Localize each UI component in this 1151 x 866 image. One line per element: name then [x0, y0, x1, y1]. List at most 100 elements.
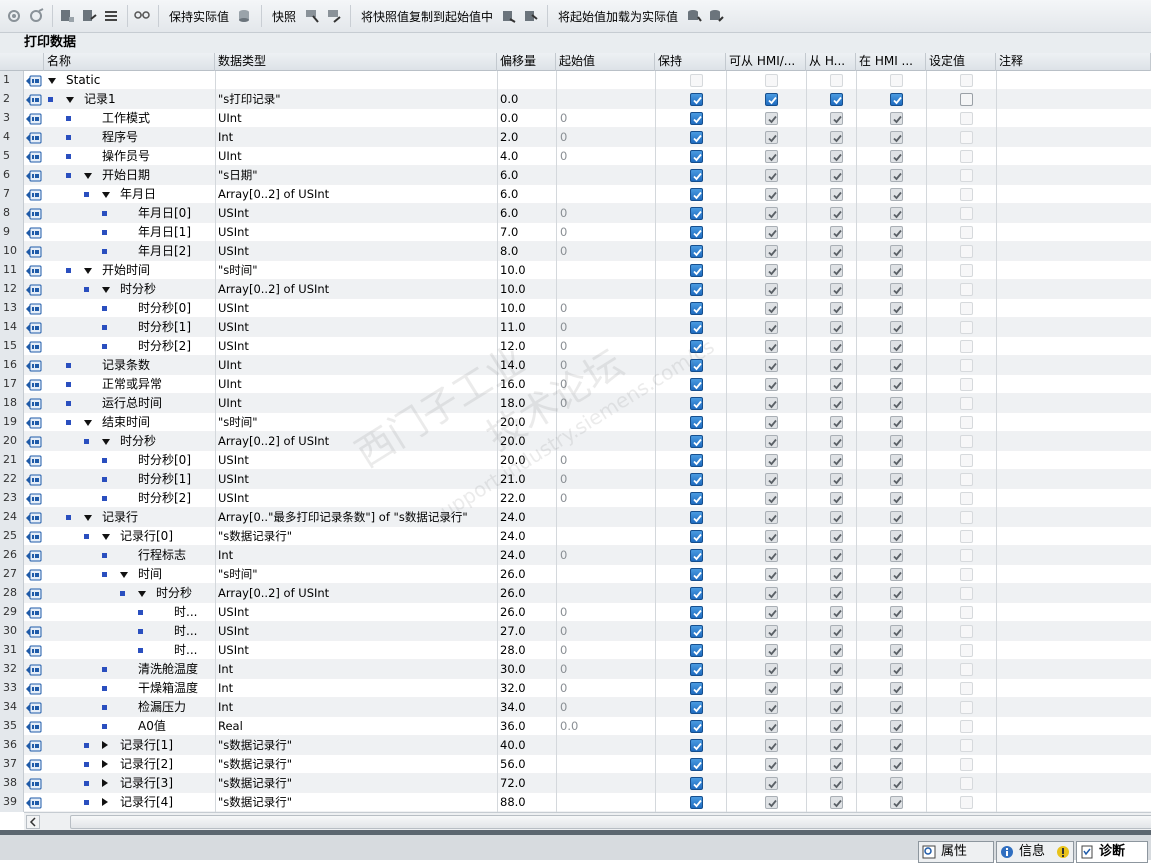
setpoint-checkbox[interactable]	[960, 644, 973, 657]
table-row[interactable]: 29 时... USInt 26.0 0	[0, 603, 1151, 622]
snapshot-load-icon[interactable]	[324, 6, 344, 26]
name-cell[interactable]: 时分秒[2]	[44, 489, 214, 508]
start-value-cell[interactable]: 0	[557, 147, 653, 166]
setpoint-checkbox[interactable]	[960, 169, 973, 182]
hmi-access-checkbox[interactable]	[765, 739, 778, 752]
retain-checkbox[interactable]	[690, 530, 703, 543]
hmi-write-checkbox[interactable]	[830, 739, 843, 752]
retain-checkbox[interactable]	[690, 112, 703, 125]
retain-checkbox[interactable]	[690, 492, 703, 505]
data-type-cell[interactable]: USInt	[217, 489, 495, 508]
retain-checkbox[interactable]	[690, 758, 703, 771]
hmi-write-checkbox[interactable]	[830, 264, 843, 277]
data-type-cell[interactable]: Int	[217, 679, 495, 698]
start-value-cell[interactable]: 0	[557, 622, 653, 641]
setpoint-checkbox[interactable]	[960, 321, 973, 334]
hmi-write-checkbox[interactable]	[830, 454, 843, 467]
hmi-visible-checkbox[interactable]	[890, 758, 903, 771]
setpoint-checkbox[interactable]	[960, 245, 973, 258]
hmi-visible-checkbox[interactable]	[890, 739, 903, 752]
hmi-visible-checkbox[interactable]	[890, 625, 903, 638]
data-type-cell[interactable]: "s时间"	[217, 261, 495, 280]
name-cell[interactable]: 记录行[1]	[44, 736, 214, 755]
retain-checkbox[interactable]	[690, 568, 703, 581]
start-value-cell[interactable]: 0	[557, 451, 653, 470]
name-cell[interactable]: 干燥箱温度	[44, 679, 214, 698]
hmi-write-checkbox[interactable]	[830, 359, 843, 372]
table-row[interactable]: 4 程序号 Int 2.0 0	[0, 128, 1151, 147]
keep-actual-values-button[interactable]: 保持实际值	[169, 8, 229, 25]
hmi-access-checkbox[interactable]	[765, 359, 778, 372]
hmi-visible-checkbox[interactable]	[890, 264, 903, 277]
hmi-access-checkbox[interactable]	[765, 112, 778, 125]
name-cell[interactable]: 检漏压力	[44, 698, 214, 717]
name-cell[interactable]: 时...	[44, 622, 214, 641]
hmi-visible-checkbox[interactable]	[890, 340, 903, 353]
setpoint-checkbox[interactable]	[960, 549, 973, 562]
hmi-access-checkbox[interactable]	[765, 226, 778, 239]
name-cell[interactable]: 时...	[44, 603, 214, 622]
hmi-write-checkbox[interactable]	[830, 321, 843, 334]
hmi-write-checkbox[interactable]	[830, 720, 843, 733]
table-row[interactable]: 26 行程标志 Int 24.0 0	[0, 546, 1151, 565]
name-cell[interactable]: 年月日[2]	[44, 242, 214, 261]
hmi-visible-checkbox[interactable]	[890, 454, 903, 467]
load-actual-icon[interactable]	[684, 6, 704, 26]
retain-checkbox[interactable]	[690, 720, 703, 733]
data-type-cell[interactable]: USInt	[217, 318, 495, 337]
data-type-cell[interactable]: UInt	[217, 375, 495, 394]
setpoint-checkbox[interactable]	[960, 625, 973, 638]
hmi-visible-checkbox[interactable]	[890, 720, 903, 733]
retain-checkbox[interactable]	[690, 397, 703, 410]
setpoint-checkbox[interactable]	[960, 435, 973, 448]
table-row[interactable]: 38 记录行[3] "s数据记录行" 72.0	[0, 774, 1151, 793]
name-cell[interactable]: 时分秒[0]	[44, 451, 214, 470]
retain-checkbox[interactable]	[690, 378, 703, 391]
start-value-cell[interactable]: 0	[557, 470, 653, 489]
hmi-visible-checkbox[interactable]	[890, 682, 903, 695]
start-value-cell[interactable]	[557, 508, 653, 527]
retain-checkbox[interactable]	[690, 682, 703, 695]
hmi-write-checkbox[interactable]	[830, 644, 843, 657]
hmi-visible-checkbox[interactable]	[890, 549, 903, 562]
hmi-visible-checkbox[interactable]	[890, 530, 903, 543]
data-type-cell[interactable]: UInt	[217, 394, 495, 413]
setpoint-checkbox[interactable]	[960, 739, 973, 752]
setpoint-checkbox[interactable]	[960, 397, 973, 410]
hmi-access-checkbox[interactable]	[765, 682, 778, 695]
insert-row-icon[interactable]	[57, 6, 77, 26]
hmi-write-checkbox[interactable]	[830, 207, 843, 220]
copy-snapshot-to-start-button[interactable]: 将快照值复制到起始值中	[361, 8, 493, 25]
hmi-access-checkbox[interactable]	[765, 245, 778, 258]
data-type-cell[interactable]: "s数据记录行"	[217, 755, 495, 774]
hmi-visible-checkbox[interactable]	[890, 511, 903, 524]
hmi-visible-checkbox[interactable]	[890, 302, 903, 315]
name-cell[interactable]: 记录行[3]	[44, 774, 214, 793]
hmi-write-checkbox[interactable]	[830, 302, 843, 315]
setpoint-checkbox[interactable]	[960, 378, 973, 391]
glasses-icon[interactable]	[132, 6, 152, 26]
start-value-cell[interactable]: 0	[557, 109, 653, 128]
retain-checkbox[interactable]	[690, 302, 703, 315]
hmi-access-checkbox[interactable]	[765, 758, 778, 771]
setpoint-checkbox[interactable]	[960, 720, 973, 733]
data-type-cell[interactable]: Int	[217, 698, 495, 717]
name-cell[interactable]: 时分秒	[44, 432, 214, 451]
header-offset[interactable]: 偏移量	[497, 53, 556, 71]
table-row[interactable]: 1 Static	[0, 71, 1151, 90]
load-start-as-actual-button[interactable]: 将起始值加载为实际值	[558, 8, 678, 25]
retain-checkbox[interactable]	[690, 587, 703, 600]
retain-checkbox[interactable]	[690, 644, 703, 657]
data-type-cell[interactable]: "s数据记录行"	[217, 527, 495, 546]
retain-checkbox[interactable]	[690, 226, 703, 239]
setpoint-checkbox[interactable]	[960, 587, 973, 600]
setpoint-checkbox[interactable]	[960, 454, 973, 467]
hmi-access-checkbox[interactable]	[765, 492, 778, 505]
start-value-cell[interactable]	[557, 185, 653, 204]
start-value-cell[interactable]	[557, 261, 653, 280]
retain-checkbox[interactable]	[690, 188, 703, 201]
table-row[interactable]: 39 记录行[4] "s数据记录行" 88.0	[0, 793, 1151, 812]
table-row[interactable]: 31 时... USInt 28.0 0	[0, 641, 1151, 660]
table-row[interactable]: 28 时分秒 Array[0..2] of USInt 26.0	[0, 584, 1151, 603]
setpoint-checkbox[interactable]	[960, 492, 973, 505]
